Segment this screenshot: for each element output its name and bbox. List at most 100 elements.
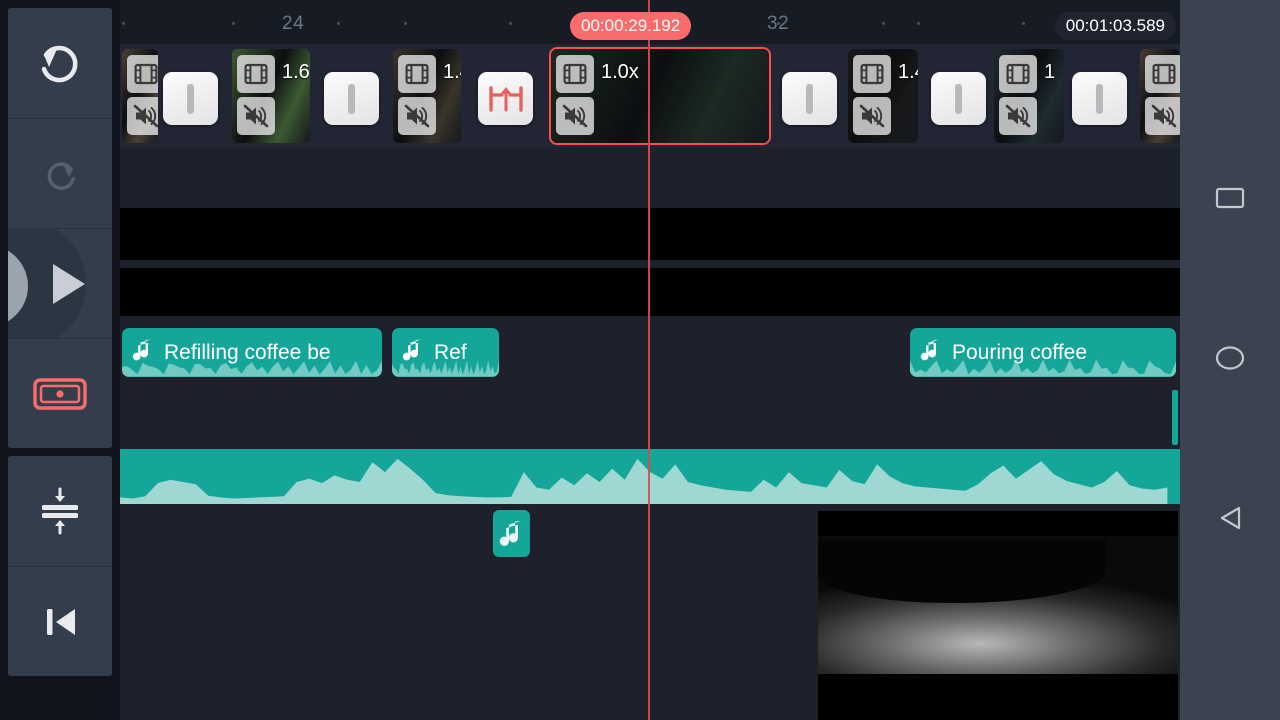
video-clip-speed-label: 1.4x [443, 61, 461, 83]
transition-button[interactable] [478, 72, 533, 125]
ruler-tick [337, 22, 340, 25]
skip-to-start-button[interactable] [8, 566, 112, 676]
transition-bar-icon [187, 83, 194, 114]
home-button[interactable] [1180, 324, 1280, 396]
video-editor-app: 24 32 1.6x 1.4x 1.0x 1.4x 1 Refilling coffee … [0, 0, 1280, 720]
film-icon [244, 63, 268, 85]
video-clip-mute-badge[interactable] [999, 97, 1037, 135]
film-icon [1152, 63, 1176, 85]
main-audio-waveform-track[interactable] [120, 449, 1180, 504]
preview-letterbox-top [818, 511, 1178, 537]
redo-icon [39, 153, 81, 195]
ruler-label: 32 [767, 13, 790, 34]
transition-button[interactable] [324, 72, 379, 125]
video-clip-speed-label: 1.4x [898, 61, 918, 83]
total-duration-indicator: 00:01:03.589 [1054, 12, 1176, 40]
audio-clip-note-icon [132, 338, 154, 368]
transition-button[interactable] [163, 72, 218, 125]
video-clip-film-badge [853, 55, 891, 93]
circle-icon [1214, 342, 1246, 379]
back-button[interactable] [1180, 484, 1280, 556]
tool-rail-group-primary [8, 8, 112, 448]
video-clip-mute-badge[interactable] [398, 97, 436, 135]
transition-button[interactable] [1072, 72, 1127, 125]
video-clip-film-badge [999, 55, 1037, 93]
video-clip-film-badge [237, 55, 275, 93]
transition-bar-icon [955, 83, 962, 114]
video-clip-speed-label: 1 [1044, 61, 1056, 83]
video-clip-mute-badge[interactable] [853, 97, 891, 135]
mute-icon [1151, 104, 1177, 128]
audio-clip-label: Refilling coffee be [164, 340, 331, 364]
video-clip-film-badge [127, 55, 158, 93]
ruler-tick [122, 22, 125, 25]
tool-rail-group-secondary [8, 456, 112, 676]
video-clip[interactable]: 1.6x [232, 49, 310, 143]
ruler-tick [917, 22, 920, 25]
audio-clip[interactable]: Ref [392, 328, 499, 377]
current-time-indicator[interactable]: 00:00:29.192 [570, 12, 692, 40]
ruler-tick [1022, 22, 1025, 25]
undo-icon [32, 35, 88, 91]
capture-button[interactable] [8, 338, 112, 448]
audio-clip[interactable]: Pouring coffee [910, 328, 1176, 377]
music-note-icon [920, 339, 939, 360]
ruler-label: 24 [282, 13, 305, 34]
video-clip[interactable] [122, 49, 158, 143]
split-icon [34, 485, 86, 537]
transition-bar-icon [1096, 83, 1103, 114]
recents-button[interactable] [1180, 164, 1280, 236]
audio-clip-label: Ref [434, 340, 467, 364]
audio-clip[interactable]: Refilling coffee be [122, 328, 382, 377]
mute-icon [1005, 104, 1031, 128]
video-preview-thumbnail[interactable] [818, 511, 1178, 720]
film-icon [134, 63, 158, 85]
speed-ramp-icon [488, 85, 523, 112]
video-track[interactable]: 1.6x 1.4x 1.0x 1.4x 1 [120, 44, 1180, 148]
audio-clip-sliver[interactable] [1172, 390, 1178, 445]
audio-clip-note-icon [402, 338, 424, 368]
audio-asset-thumbnail[interactable] [493, 510, 530, 557]
tool-rail [0, 0, 120, 720]
redo-button[interactable] [8, 118, 112, 228]
audio-clip-note-icon [920, 338, 942, 368]
video-clip-mute-badge[interactable] [237, 97, 275, 135]
ruler-tick [882, 22, 885, 25]
mute-icon [243, 104, 269, 128]
undo-button[interactable] [8, 8, 112, 118]
preview-letterbox-bottom [818, 674, 1178, 720]
mute-icon [562, 104, 588, 128]
skip-to-start-icon [37, 599, 83, 645]
film-icon [405, 63, 429, 85]
transition-button[interactable] [931, 72, 986, 125]
video-clip[interactable] [1140, 49, 1180, 143]
split-button[interactable] [8, 456, 112, 566]
video-clip-speed-label: 1.0x [601, 61, 639, 83]
mute-icon [859, 104, 885, 128]
play-icon [49, 261, 89, 307]
video-clip-mute-badge[interactable] [1145, 97, 1180, 135]
ruler-tick [404, 22, 407, 25]
square-icon [1214, 182, 1246, 219]
video-clip-mute-badge[interactable] [556, 97, 594, 135]
play-button[interactable] [8, 228, 112, 338]
video-clip[interactable]: 1.4x [848, 49, 918, 143]
ruler-tick [509, 22, 512, 25]
film-icon [563, 63, 587, 85]
video-clip-film-badge [398, 55, 436, 93]
video-clip-mute-badge[interactable] [127, 97, 158, 135]
timeline-panel[interactable]: 24 32 1.6x 1.4x 1.0x 1.4x 1 Refilling coffee … [120, 0, 1180, 720]
empty-layer-track-2[interactable] [120, 268, 1180, 316]
empty-layer-track-1[interactable] [120, 208, 1180, 260]
video-clip[interactable]: 1 [994, 49, 1064, 143]
music-note-icon [402, 339, 421, 360]
music-note-icon [499, 520, 521, 546]
back-triangle-icon [1214, 502, 1246, 539]
transition-button[interactable] [782, 72, 837, 125]
video-clip-film-badge [1145, 55, 1180, 93]
transition-bar-icon [348, 83, 355, 114]
mute-icon [404, 104, 430, 128]
video-clip[interactable]: 1.4x [393, 49, 461, 143]
playhead[interactable] [648, 0, 650, 720]
video-clip[interactable]: 1.0x [551, 49, 769, 143]
